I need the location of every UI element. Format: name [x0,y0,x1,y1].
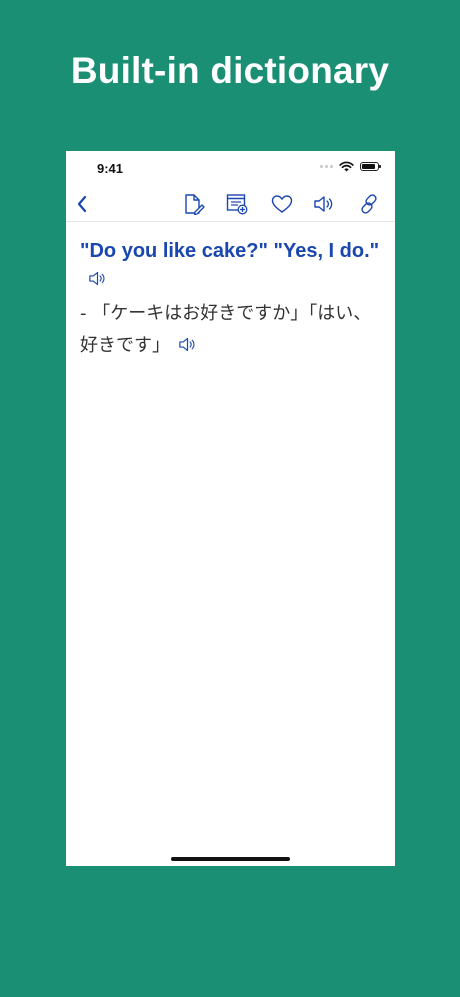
app-store-screenshot: { "headline": "Built-in dictionary", "st… [0,0,460,997]
status-time: 9:41 [97,161,124,176]
headline: Built-in dictionary [70,50,390,91]
heart-icon [271,195,293,213]
back-chevron-icon [77,195,87,213]
back-button[interactable] [70,192,94,216]
entry-phrase: "Do you like cake?" "Yes, I do." [80,237,380,295]
speak-button[interactable] [312,192,336,216]
entry-translation: - 「ケーキはお好きですか」「はい、好きです」 [80,298,380,364]
favorite-button[interactable] [270,192,294,216]
note-edit-icon [185,194,205,215]
entry-phrase-text: "Do you like cake?" "Yes, I do." [80,240,380,262]
dictionary-entry: "Do you like cake?" "Yes, I do." - 「ケーキは… [80,237,380,364]
entry-translation-text: - 「ケーキはお好きですか」「はい、好きです」 [80,303,372,356]
battery-icon [360,162,381,171]
speaker-icon [314,196,333,212]
translation-speak-button[interactable] [178,332,197,364]
speaker-icon [179,337,195,352]
phrase-speak-button[interactable] [88,267,107,295]
add-to-list-button[interactable] [225,192,249,216]
phone-screen: 9:41 "Do you like cake?" "Yes, I do." - … [66,151,395,866]
link-icon [361,194,377,214]
status-bar: 9:41 [66,151,395,187]
speaker-icon [89,271,105,286]
status-icons [320,161,381,172]
toolbar [66,187,395,222]
wifi-icon [339,161,354,172]
link-button[interactable] [357,192,381,216]
add-to-list-icon [226,194,248,215]
home-indicator[interactable] [171,857,290,861]
note-edit-button[interactable] [182,192,206,216]
signal-dots-icon [320,165,333,168]
